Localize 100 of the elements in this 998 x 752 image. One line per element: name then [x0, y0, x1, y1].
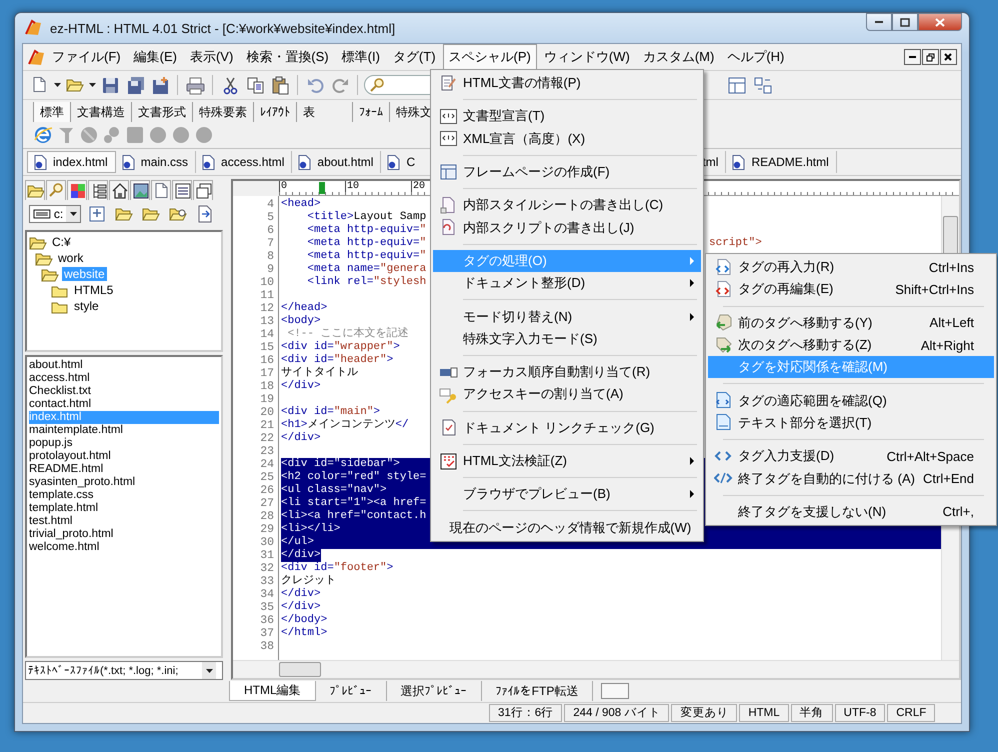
palette-tab[interactable]: 文書形式 [132, 102, 193, 122]
menu-option[interactable]: 内部スタイルシートの書き出し(C) [433, 194, 701, 216]
menu-option[interactable]: ドキュメント整形(D) [433, 272, 701, 294]
file-item[interactable]: test.html [29, 515, 219, 528]
code-line[interactable]: <body> [281, 315, 321, 328]
code-line[interactable]: クレジット [281, 575, 336, 588]
menu-option[interactable]: 内部スクリプトの書き出し(J) [433, 216, 701, 239]
menu-item[interactable]: 検索・置換(S) [240, 44, 335, 70]
code-line[interactable]: <meta http-equiv=" [281, 250, 426, 263]
palette-tab[interactable]: 文書構造 [71, 102, 132, 122]
menu-option[interactable]: 次のタグへ移動する(Z) Alt+Right [708, 334, 994, 356]
panel-tab[interactable] [193, 180, 213, 200]
panel-tab[interactable] [130, 180, 150, 200]
globe-icon[interactable] [33, 125, 53, 145]
folder-item[interactable]: HTML5 [72, 283, 116, 297]
menu-option[interactable]: 終了タグを自動的に付ける (A) Ctrl+End [708, 467, 994, 490]
menu-option[interactable]: ドキュメント リンクチェック(G) [433, 416, 701, 439]
menu-item[interactable]: タグ(T) [386, 44, 442, 70]
code-line[interactable]: </head> [281, 302, 328, 315]
menu-option[interactable]: HTML文法検証(Z) [433, 450, 701, 472]
menu-option[interactable]: XML宣言（高度）(X) [433, 128, 701, 150]
code-line[interactable]: <meta name="genera [281, 263, 426, 276]
panel-tab[interactable] [151, 180, 171, 200]
folder-item[interactable]: style [72, 299, 101, 313]
document-close-button[interactable] [940, 49, 957, 65]
view-tab[interactable]: ﾌｧｲﾙをFTP転送 [482, 681, 594, 701]
file-item[interactable]: trivial_proto.html [29, 528, 219, 541]
code-line[interactable]: <link rel="stylesh [281, 276, 426, 289]
code-line[interactable]: <meta http-equiv=" [281, 237, 426, 250]
menu-option[interactable]: タグの適応範囲を確認(Q) [708, 389, 994, 412]
code-line[interactable]: </body> [281, 614, 328, 627]
menu-item[interactable]: 標準(I) [336, 44, 386, 70]
panel-tab[interactable] [88, 180, 108, 200]
file-tab[interactable]: main.css [116, 151, 196, 173]
minimize-button[interactable] [866, 13, 892, 31]
menu-option[interactable]: 終了タグを支援しない(N) Ctrl+, [708, 500, 994, 523]
code-line[interactable]: <h1>メインコンテンツ</ [281, 419, 409, 432]
code-line[interactable]: サイトタイトル [281, 367, 358, 380]
view-tab[interactable]: ﾌﾟﾚﾋﾞｭｰ [316, 681, 387, 701]
caret-icon[interactable] [54, 83, 61, 87]
panel-tab[interactable] [172, 180, 192, 200]
code-line[interactable]: <div id="header"> [281, 354, 394, 367]
palette-tab[interactable]: 表 [297, 102, 353, 122]
panel-tab[interactable] [67, 180, 87, 200]
code-line[interactable]: <div id="wrapper"> [281, 341, 400, 354]
maximize-button[interactable] [892, 13, 918, 31]
code-line[interactable]: <head> [281, 198, 321, 211]
menu-option[interactable]: 特殊文字入力モード(S) [433, 328, 701, 350]
code-fragment[interactable]: script"> [709, 237, 762, 250]
file-item[interactable]: about.html [29, 359, 219, 372]
menu-item[interactable]: カスタム(M) [636, 44, 720, 70]
code-line[interactable]: <title>Layout Samp [281, 211, 426, 224]
close-button[interactable] [918, 13, 962, 31]
code-line[interactable]: </html> [281, 627, 328, 640]
caret-icon[interactable] [89, 83, 96, 87]
palette-tab[interactable]: 特殊要素 [193, 102, 254, 122]
file-tab[interactable]: index.html [27, 151, 116, 173]
menu-option[interactable]: アクセスキーの割り当て(A) [433, 383, 701, 406]
view-tab[interactable]: 選択ﾌﾟﾚﾋﾞｭｰ [386, 681, 482, 701]
palette-tab[interactable]: ﾚｲｱｳﾄ [254, 102, 297, 122]
file-item[interactable]: template.html [29, 502, 219, 515]
code-line[interactable]: <div id="main"> [281, 406, 380, 419]
file-item[interactable]: popup.js [29, 437, 219, 450]
menu-option[interactable]: タグの再編集(E) Shift+Ctrl+Ins [708, 278, 994, 301]
code-line[interactable]: </div> [281, 380, 321, 393]
menu-option[interactable]: モード切り替え(N) [433, 305, 701, 328]
file-item[interactable]: maintemplate.html [29, 424, 219, 437]
drive-dropdown[interactable]: c: [29, 205, 81, 223]
horizontal-scrollbar[interactable] [233, 660, 959, 678]
file-item[interactable]: template.css [29, 489, 219, 502]
code-line[interactable]: <div id="footer"> [281, 562, 394, 575]
menu-option[interactable]: テキスト部分を選択(T) [708, 412, 994, 434]
file-item[interactable]: protolayout.html [29, 450, 219, 463]
code-line[interactable]: <meta http-equiv=" [281, 224, 426, 237]
menu-item[interactable]: スペシャル(P) [442, 44, 537, 70]
menu-option[interactable]: タグ入力支援(D) Ctrl+Alt+Space [708, 445, 994, 468]
code-line[interactable]: </div> [281, 588, 321, 601]
menu-item[interactable]: ファイル(F) [46, 44, 127, 70]
menu-option[interactable]: フレームページの作成(F) [433, 160, 701, 184]
menu-item[interactable]: 表示(V) [184, 44, 240, 70]
file-type-dropdown[interactable]: ﾃｷｽﾄﾍﾞｰｽﾌｧｲﾙ(*.txt; *.log; *.ini; [25, 661, 223, 680]
menu-option[interactable]: フォーカス順序自動割り当て(R) [433, 360, 701, 384]
menu-option[interactable]: ブラウザでプレビュー(B) [433, 483, 701, 506]
file-tab[interactable]: access.html [196, 151, 292, 173]
code-line[interactable]: </div> [281, 432, 321, 445]
document-minimize-button[interactable] [904, 49, 921, 65]
folder-item[interactable]: C:¥ [50, 235, 73, 249]
file-item[interactable]: welcome.html [29, 541, 219, 554]
file-item[interactable]: contact.html [29, 398, 219, 411]
code-line[interactable]: </div> [281, 601, 321, 614]
menu-item[interactable]: ヘルプ(H) [721, 44, 790, 70]
code-line[interactable]: <!-- ここに本文を記述 [281, 328, 409, 341]
menu-option[interactable]: タグの再入力(R) Ctrl+Ins [708, 256, 994, 278]
menu-item[interactable]: 編集(E) [128, 44, 183, 70]
menu-option[interactable]: 前のタグへ移動する(Y) Alt+Left [708, 312, 994, 334]
file-item[interactable]: Checklist.txt [29, 385, 219, 398]
menu-option[interactable]: 現在のページのヘッダ情報で新規作成(W) [433, 516, 701, 539]
file-tab[interactable]: about.html [292, 151, 382, 173]
folder-item[interactable]: work [56, 251, 86, 265]
view-tab[interactable]: HTML編集 [229, 681, 316, 701]
